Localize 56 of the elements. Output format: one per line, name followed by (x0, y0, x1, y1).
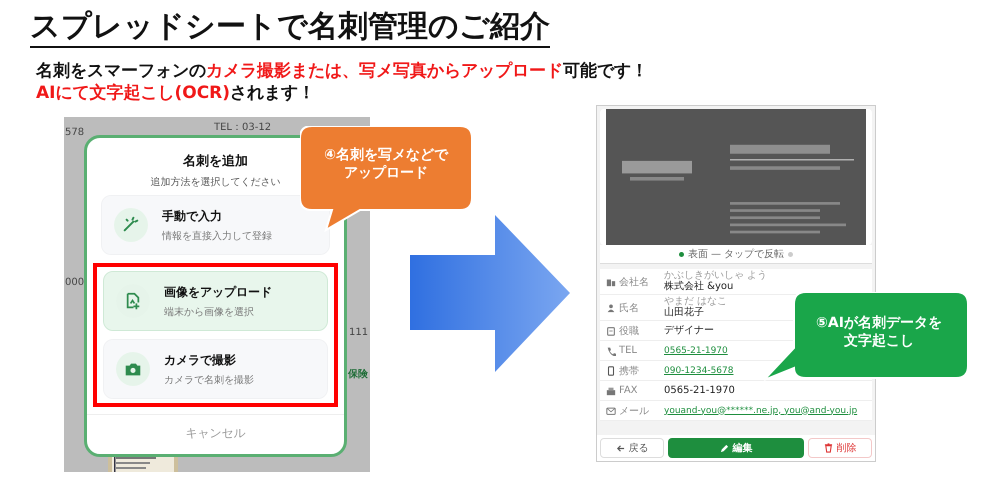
dialog-title: 名刺を追加 (183, 153, 248, 170)
field-reading: かぶしきがいしゃ よう (664, 270, 768, 281)
cancel-button[interactable]: キャンセル (87, 414, 344, 454)
field-label: 氏名 (619, 302, 639, 314)
field-icon (606, 326, 616, 336)
callout-text: アップロード (344, 164, 428, 182)
field-value: 山田花子 (664, 307, 704, 319)
flip-hint: 表面 — タップで反転 (688, 248, 784, 261)
edit-button[interactable]: 編集 (668, 438, 804, 458)
field-reading: やまだ はなこ (664, 296, 728, 307)
field-value: デザイナー (664, 324, 714, 336)
option-card[interactable]: 画像をアップロード 端末から画像を選択 (103, 271, 328, 331)
field-icon (606, 406, 616, 416)
backdrop-text: 000 (65, 277, 84, 288)
option-subtitle: カメラで名刺を撮影 (164, 374, 254, 386)
field-value: 0565-21-1970 (664, 384, 735, 396)
backdrop-text: TEL：03-12 (214, 121, 272, 134)
wand-icon (114, 208, 148, 242)
field-icon (606, 302, 616, 312)
backdrop-text: 保険 (348, 368, 368, 381)
intro-text: AIにて文字起こし(OCR)されます！ (36, 82, 316, 104)
field-label: TEL (619, 345, 637, 356)
callout-text: 文字起こし (844, 332, 914, 350)
field-label: 携帯 (619, 364, 639, 378)
option-subtitle: 情報を直接入力して登録 (162, 230, 272, 242)
intro-text: 名刺をスマーフォンのカメラ撮影または、写メ写真からアップロード可能です！ (36, 60, 649, 82)
option-subtitle: 端末から画像を選択 (164, 306, 255, 318)
option-title: 手動で入力 (162, 208, 223, 224)
field-icon (606, 386, 616, 396)
field-icon (606, 276, 616, 286)
field-label: 役職 (619, 324, 639, 338)
field-value: 株式会社 &you (664, 281, 734, 293)
slide-title: スプレッドシートで名刺管理のご紹介 (30, 8, 550, 48)
field-link[interactable]: 0565-21-1970 (664, 344, 728, 356)
callout-text: ⑤AIが名刺データを (816, 314, 942, 332)
dialog-subtitle: 追加方法を選択してください (150, 176, 280, 189)
pencil-icon (720, 444, 728, 452)
back-button[interactable]: 戻る (600, 438, 664, 458)
field-label: 会社名 (619, 276, 649, 288)
field-link[interactable]: 090-1234-5678 (664, 364, 734, 376)
option-card[interactable]: 手動で入力 情報を直接入力して登録 (101, 195, 330, 255)
option-card[interactable]: カメラで撮影 カメラで名刺を撮影 (103, 339, 328, 399)
page-dot-icon (678, 252, 684, 256)
field-link[interactable]: youand-you@******.ne.jp, you@and-you.jp (664, 404, 858, 416)
page-dot-icon (788, 252, 794, 256)
option-title: カメラで撮影 (164, 352, 237, 368)
trash-icon (824, 443, 832, 453)
field-label: メール (619, 404, 649, 418)
backdrop-text: 111 (349, 327, 368, 338)
option-title: 画像をアップロード (164, 284, 272, 300)
field-label: FAX (619, 385, 638, 396)
backdrop-text: 578 (65, 127, 84, 138)
camera-icon (116, 352, 150, 386)
callout-text: ④名刺を写メなどで (324, 146, 448, 164)
delete-button[interactable]: 削除 (808, 438, 872, 458)
back-arrow-icon (616, 444, 624, 452)
